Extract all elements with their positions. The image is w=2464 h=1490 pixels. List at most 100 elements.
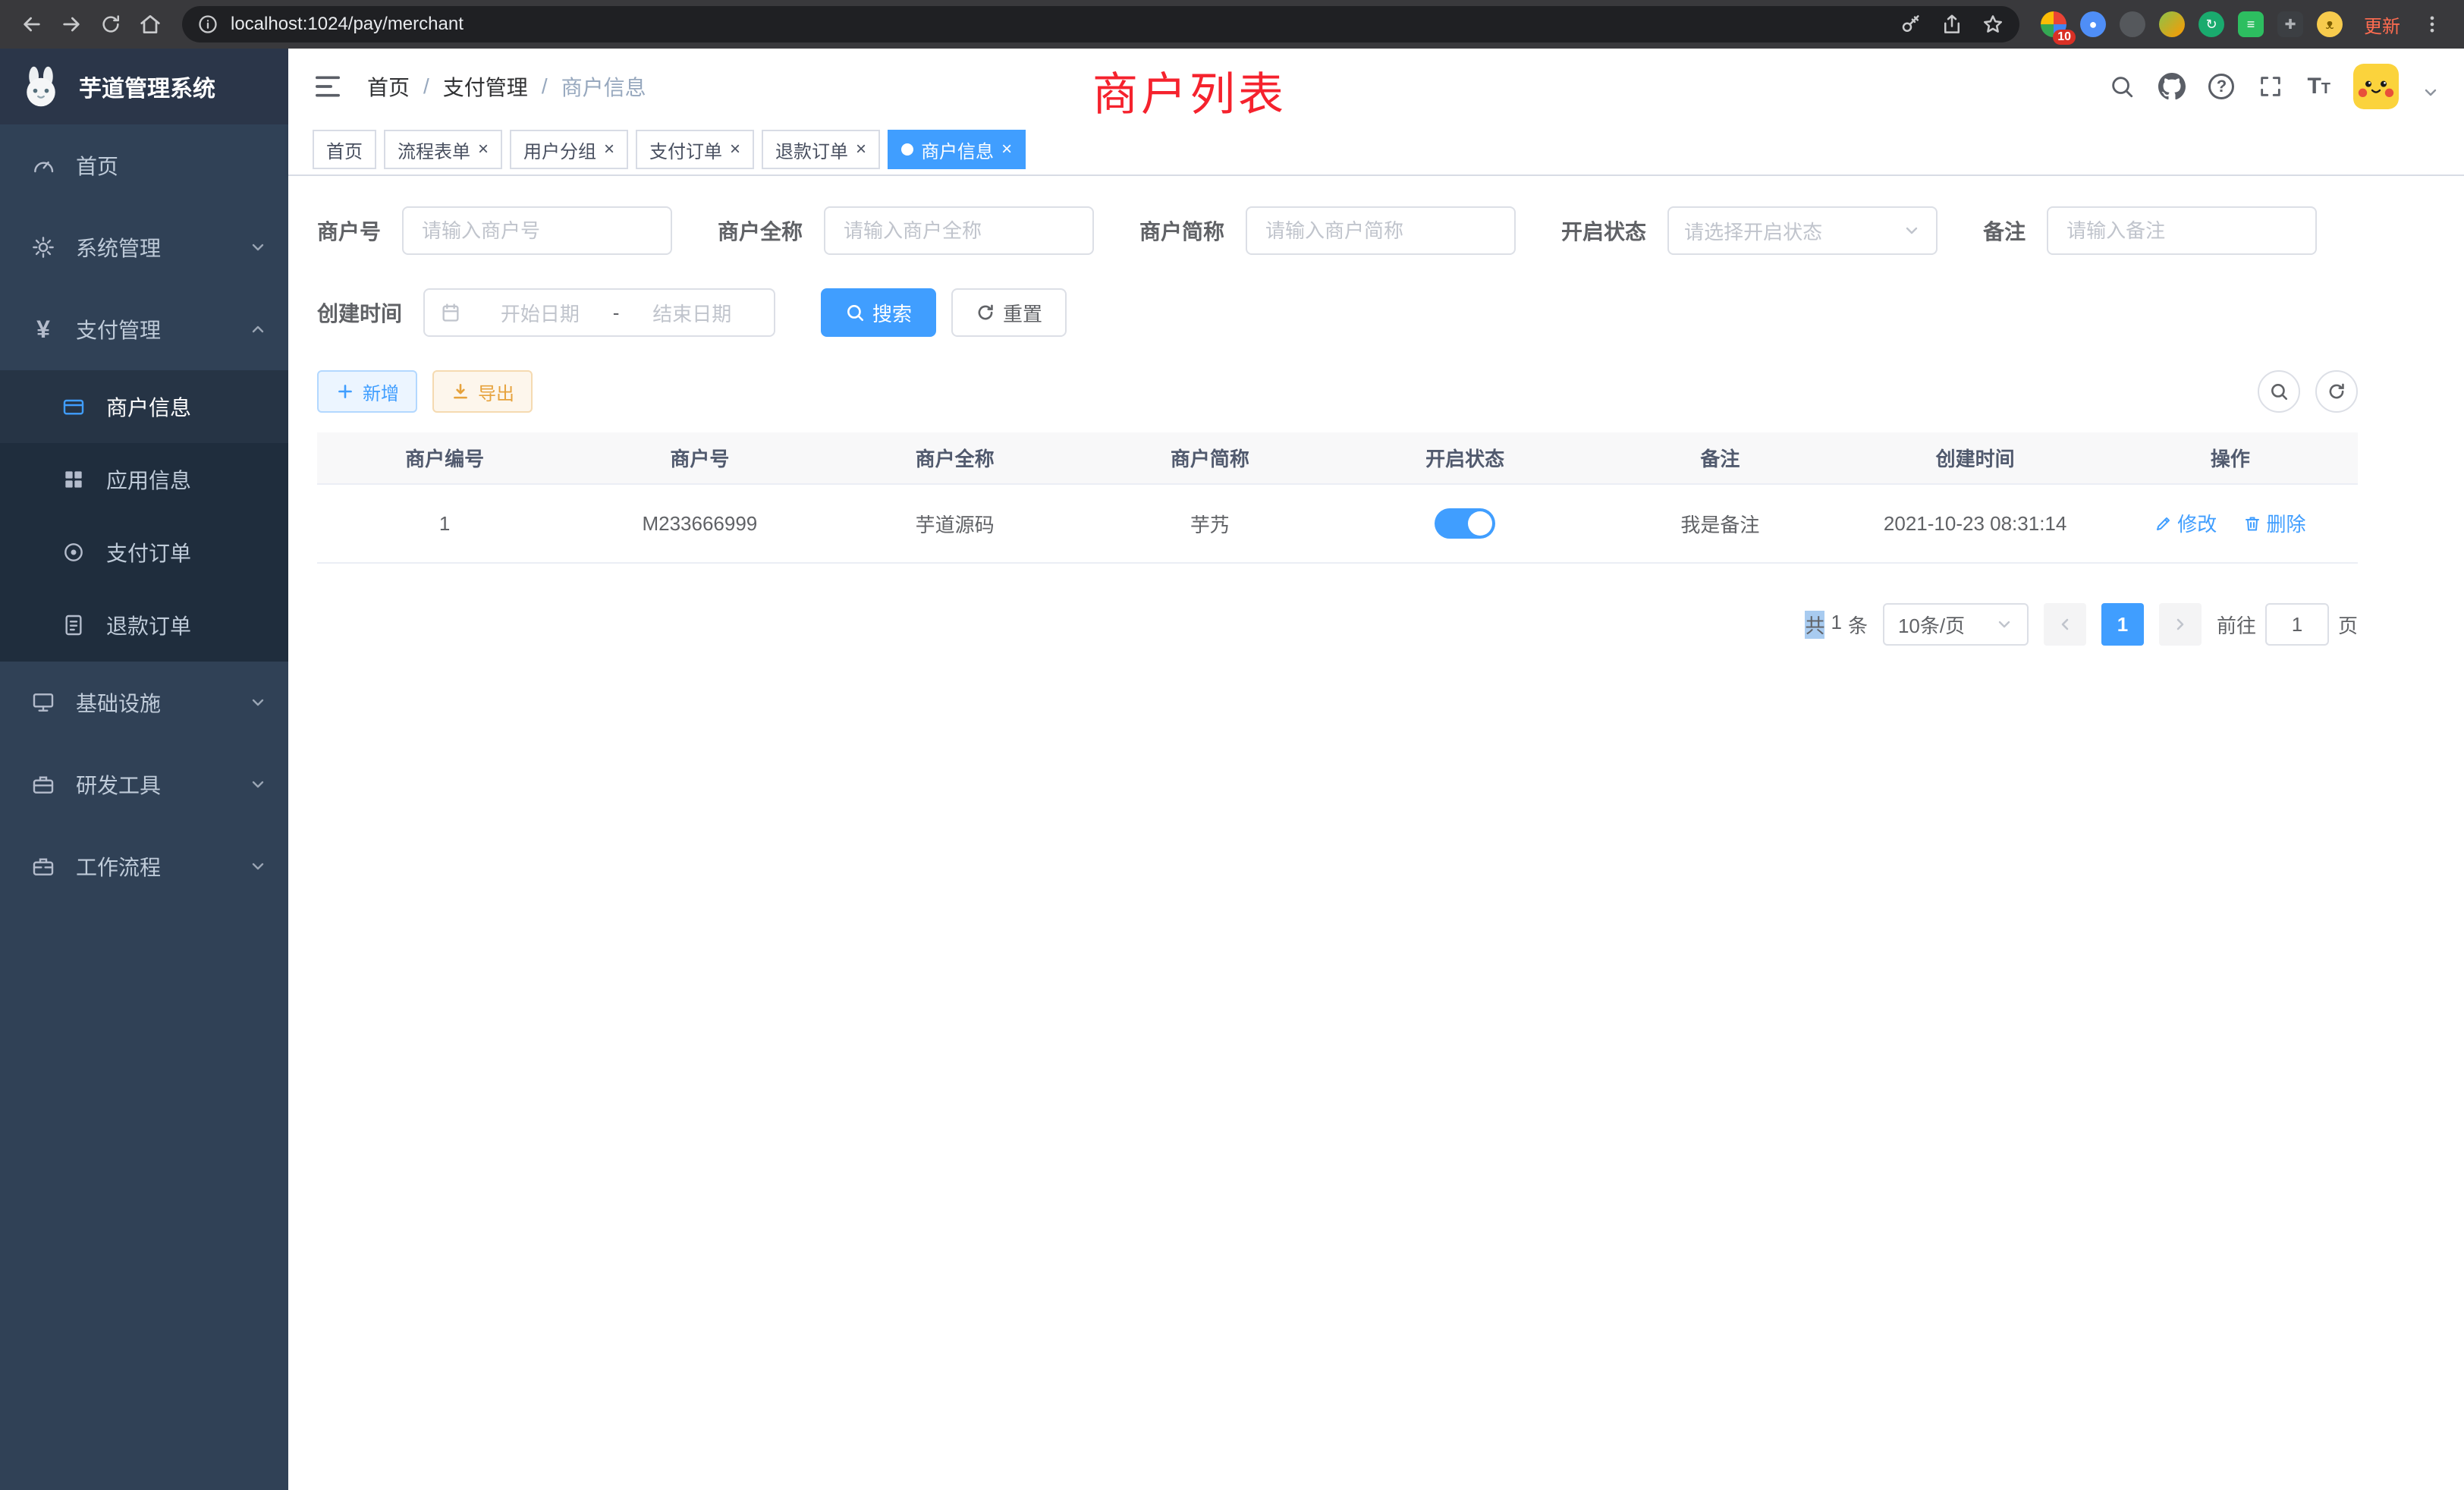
date-end-input[interactable]: 结束日期: [625, 299, 759, 327]
browser-back-button[interactable]: [12, 5, 52, 44]
password-key-icon[interactable]: [1900, 13, 1922, 36]
close-icon[interactable]: ×: [478, 140, 489, 159]
date-range-picker[interactable]: 开始日期 - 结束日期: [423, 288, 775, 337]
browser-menu-kebab-button[interactable]: [2412, 5, 2452, 44]
field-label: 开启状态: [1561, 215, 1646, 246]
tab-refund-orders[interactable]: 退款订单 ×: [762, 130, 880, 169]
tab-merchant-info[interactable]: 商户信息 ×: [888, 130, 1026, 169]
close-icon[interactable]: ×: [1001, 140, 1012, 159]
browser-update-button[interactable]: 更新: [2364, 11, 2400, 38]
filter-status: 开启状态 请选择开启状态: [1561, 206, 1938, 255]
page-number-button[interactable]: 1: [2101, 603, 2144, 646]
arrow-left-icon: [20, 12, 44, 36]
filter-create-time: 创建时间 开始日期 - 结束日期: [317, 288, 775, 337]
toggle-knob: [1468, 511, 1492, 536]
tab-home[interactable]: 首页: [313, 130, 376, 169]
hamburger-icon[interactable]: [313, 71, 343, 102]
chevron-down-icon: [1995, 615, 2013, 633]
sidebar-item-merchant-info[interactable]: 商户信息: [0, 370, 288, 443]
remark-input[interactable]: [2047, 206, 2317, 255]
column-header: 备注: [1592, 432, 1847, 484]
delete-link-label: 删除: [2266, 509, 2305, 537]
column-header: 商户简称: [1083, 432, 1337, 484]
search-button[interactable]: 搜索: [821, 288, 936, 337]
breadcrumb-home[interactable]: 首页: [367, 71, 410, 102]
bookmark-star-icon[interactable]: [1982, 13, 2004, 36]
extension-icon-pin[interactable]: ✚: [2277, 11, 2303, 37]
browser-forward-button[interactable]: [52, 5, 91, 44]
header-search-icon[interactable]: [2108, 73, 2136, 100]
filter-full-name: 商户全称: [718, 206, 1094, 255]
sidebar-item-label: 应用信息: [106, 464, 191, 495]
tab-process-form[interactable]: 流程表单 ×: [384, 130, 502, 169]
status-select[interactable]: 请选择开启状态: [1667, 206, 1938, 255]
font-size-icon[interactable]: TT: [2307, 74, 2330, 99]
chevron-down-icon: [249, 857, 267, 875]
date-start-input[interactable]: 开始日期: [473, 299, 607, 327]
caret-down-icon[interactable]: [2422, 83, 2440, 102]
sidebar-item-dev-tools[interactable]: 研发工具: [0, 743, 288, 825]
extension-icon-colorful[interactable]: 10: [2041, 11, 2066, 37]
tab-user-group[interactable]: 用户分组 ×: [510, 130, 628, 169]
extension-icon-avatar[interactable]: [2159, 11, 2185, 37]
edit-link-label: 修改: [2177, 509, 2217, 537]
fullscreen-icon[interactable]: [2257, 73, 2284, 100]
extension-icon-dark-circle[interactable]: [2120, 11, 2145, 37]
extension-icon-green-square[interactable]: ≡: [2238, 11, 2264, 37]
address-bar[interactable]: localhost:1024/pay/merchant: [182, 6, 2019, 42]
sidebar-item-home[interactable]: 首页: [0, 124, 288, 206]
plus-icon: [335, 382, 355, 401]
pagination: 共 1 条 10条/页 1 前: [317, 603, 2358, 646]
page-size-select[interactable]: 10条/页: [1883, 603, 2029, 646]
extension-icon-green-circle[interactable]: ↻: [2198, 11, 2224, 37]
status-toggle[interactable]: [1435, 508, 1495, 539]
page-content: 商户号 商户全称 商户简称 开启状态 请选择开启状态: [288, 176, 2464, 1490]
sidebar-item-system-management[interactable]: 系统管理: [0, 206, 288, 288]
filter-row-2: 创建时间 开始日期 - 结束日期 搜索 重置: [317, 288, 2358, 337]
field-label: 创建时间: [317, 297, 402, 328]
field-label: 商户号: [317, 215, 381, 246]
goto-page-input[interactable]: [2265, 603, 2329, 646]
reset-button[interactable]: 重置: [951, 288, 1067, 337]
tab-payment-orders[interactable]: 支付订单 ×: [636, 130, 754, 169]
sidebar-item-infrastructure[interactable]: 基础设施: [0, 662, 288, 743]
edit-link[interactable]: 修改: [2154, 509, 2217, 537]
sidebar-item-payment-management[interactable]: ¥ 支付管理: [0, 288, 288, 370]
sidebar-logo[interactable]: 芋道管理系统: [0, 49, 288, 124]
refresh-icon: [2327, 382, 2346, 401]
prev-page-button[interactable]: [2044, 603, 2086, 646]
avatar[interactable]: [2353, 64, 2399, 109]
tab-label: 首页: [326, 137, 363, 163]
sidebar-item-workflow[interactable]: 工作流程: [0, 825, 288, 907]
extension-icon-smiley[interactable]: ᴥ: [2317, 11, 2343, 37]
navbar-actions: ? TT: [2108, 64, 2440, 109]
short-name-input[interactable]: [1246, 206, 1516, 255]
github-icon[interactable]: [2158, 73, 2186, 100]
export-button[interactable]: 导出: [432, 370, 533, 413]
next-page-button[interactable]: [2159, 603, 2202, 646]
close-icon[interactable]: ×: [604, 140, 614, 159]
close-icon[interactable]: ×: [856, 140, 866, 159]
cell-merchant-id: 1: [317, 484, 572, 563]
delete-link[interactable]: 删除: [2243, 509, 2305, 537]
toolbox-icon: [30, 772, 56, 797]
extension-icon-blue-drop[interactable]: ●: [2080, 11, 2106, 37]
grid-icon: [61, 467, 86, 492]
share-icon[interactable]: [1941, 13, 1963, 36]
breadcrumb-payment[interactable]: 支付管理: [443, 71, 528, 102]
help-icon[interactable]: ?: [2208, 74, 2234, 99]
site-info-icon[interactable]: [197, 14, 218, 35]
sidebar-item-refund-orders[interactable]: 退款订单: [0, 589, 288, 662]
add-button[interactable]: 新增: [317, 370, 417, 413]
refresh-table-button[interactable]: [2315, 370, 2358, 413]
sidebar-item-payment-orders[interactable]: 支付订单: [0, 516, 288, 589]
browser-home-button[interactable]: [130, 5, 170, 44]
full-name-input[interactable]: [824, 206, 1094, 255]
pagination-goto: 前往 页: [2217, 603, 2358, 646]
merchant-no-input[interactable]: [402, 206, 672, 255]
toggle-search-button[interactable]: [2258, 370, 2300, 413]
sidebar-item-app-info[interactable]: 应用信息: [0, 443, 288, 516]
close-icon[interactable]: ×: [730, 140, 740, 159]
pagination-total: 共 1 条: [1805, 611, 1868, 639]
browser-reload-button[interactable]: [91, 5, 130, 44]
